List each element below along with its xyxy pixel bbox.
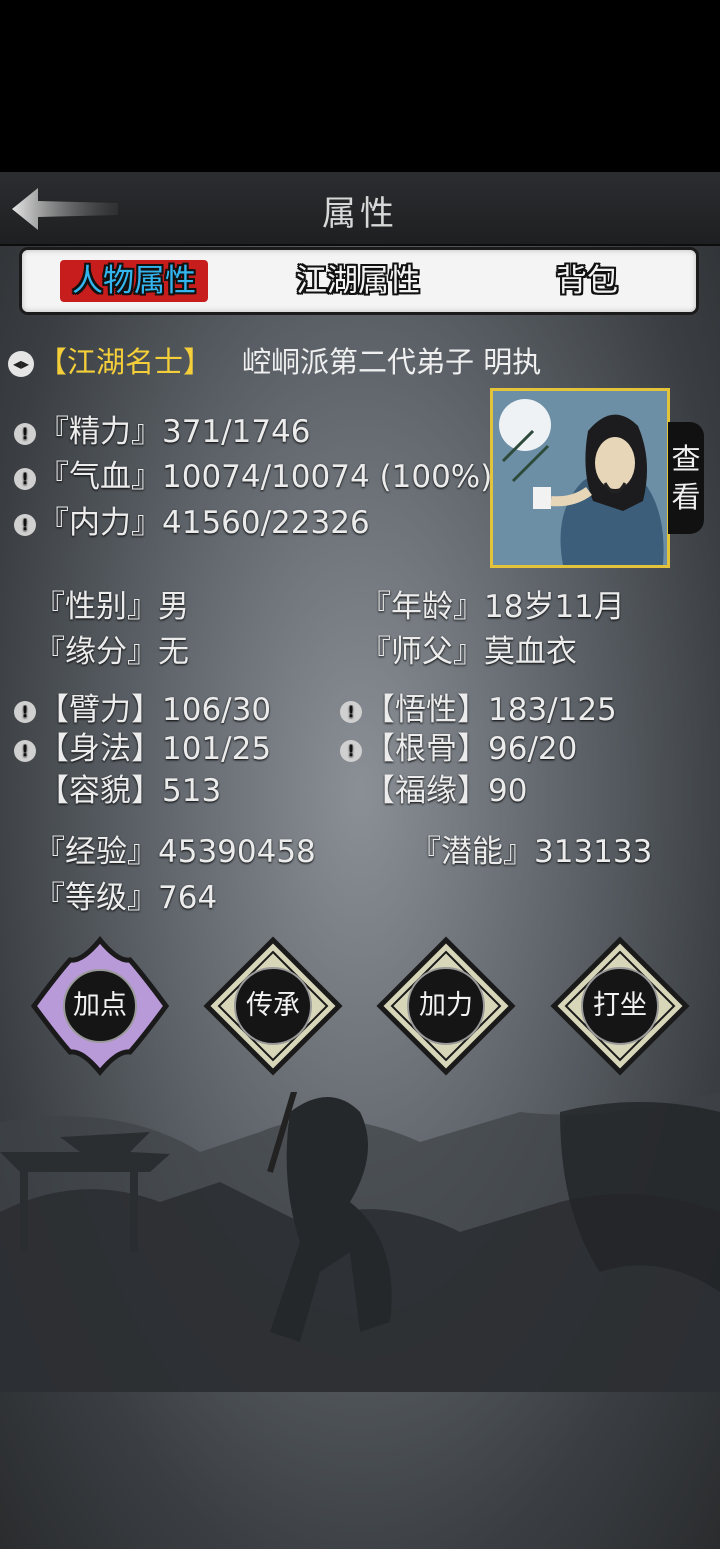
rank-title: 【江湖名士】	[38, 345, 213, 379]
alert-icon[interactable]: !	[14, 467, 36, 490]
inheritance-button[interactable]: 传承	[203, 936, 343, 1076]
alert-icon[interactable]: !	[14, 513, 36, 536]
progress-experience: 『经验』45390458	[34, 834, 316, 870]
attr-luck: 【福缘】90	[364, 773, 528, 809]
view-portrait-button[interactable]: 查看	[668, 422, 704, 534]
boost-power-label: 加力	[419, 990, 473, 1021]
alert-icon[interactable]: !	[340, 739, 362, 762]
stat-jingli: ! 『精力』371/1746	[14, 412, 311, 452]
character-portrait	[490, 388, 670, 568]
boost-power-button[interactable]: 加力	[376, 936, 516, 1076]
tab-jianghu-attributes[interactable]: 江湖属性	[288, 260, 428, 302]
stat-neili: ! 『内力』41560/22326	[14, 503, 370, 543]
character-identity: 崆峒派第二代弟子 明执	[242, 345, 542, 379]
attr-agility: ! 【身法】101/25	[14, 729, 271, 769]
character-title-line: ◂▸ 【江湖名士】 崆峒派第二代弟子 明执	[8, 340, 541, 384]
alert-icon[interactable]: !	[14, 700, 36, 723]
alert-icon[interactable]: !	[14, 422, 36, 445]
alert-icon[interactable]: !	[340, 700, 362, 723]
info-master: 『师父』莫血衣	[360, 634, 577, 670]
portrait-image	[493, 391, 667, 565]
tab-backpack[interactable]: 背包	[542, 260, 632, 302]
stat-qixue: ! 『气血』10074/10074 (100%)	[14, 457, 492, 497]
attr-constitution: ! 【根骨】96/20	[340, 729, 577, 769]
info-gender: 『性别』男	[34, 589, 189, 625]
meditate-button[interactable]: 打坐	[550, 936, 690, 1076]
info-fate: 『缘分』无	[34, 634, 189, 670]
tab-character-attributes[interactable]: 人物属性	[60, 260, 208, 302]
progress-level: 『等级』764	[34, 880, 218, 916]
attr-strength: ! 【臂力】106/30	[14, 690, 271, 730]
info-age: 『年龄』18岁11月	[360, 589, 625, 625]
meditate-label: 打坐	[593, 990, 647, 1021]
alert-icon[interactable]: !	[14, 739, 36, 762]
progress-potential: 『潜能』313133	[410, 834, 653, 870]
add-points-button[interactable]: 加点	[30, 936, 170, 1076]
tab-bar: 人物属性 江湖属性 背包	[22, 250, 696, 312]
attr-comprehension: ! 【悟性】183/125	[340, 690, 617, 730]
swordsman-silhouette-backdrop	[0, 1092, 720, 1392]
attr-appearance: 【容貌】513	[38, 773, 222, 809]
swap-icon[interactable]: ◂▸	[8, 351, 34, 377]
add-points-label: 加点	[73, 990, 127, 1021]
page-title: 属性	[322, 194, 398, 234]
inheritance-label: 传承	[246, 990, 300, 1021]
